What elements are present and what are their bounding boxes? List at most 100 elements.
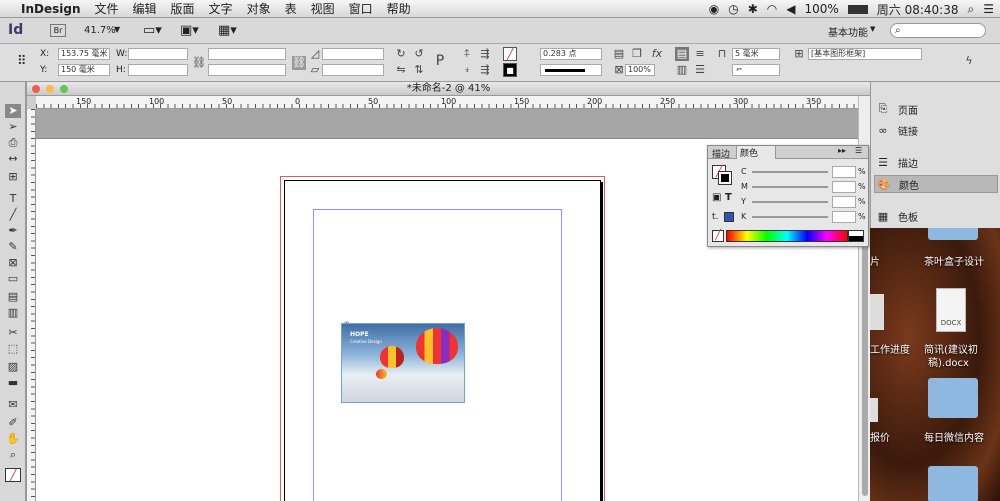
- height-field[interactable]: [128, 64, 188, 76]
- collapse-panel-icon[interactable]: ▸▸: [838, 146, 846, 155]
- note-tool-icon[interactable]: ✉: [5, 398, 21, 412]
- pencil-tool-icon[interactable]: ✎: [5, 240, 21, 254]
- workspace-switcher[interactable]: 基本功能: [828, 24, 868, 39]
- object-style-select[interactable]: [基本图形框架]: [808, 48, 922, 60]
- corner-options-select[interactable]: ⌐: [732, 64, 780, 76]
- reference-point-icon[interactable]: ⠿: [17, 54, 26, 69]
- gap-field[interactable]: 5 毫米: [732, 48, 780, 60]
- folder-icon[interactable]: [928, 228, 978, 240]
- page-tool-icon[interactable]: ⎙: [5, 136, 21, 150]
- zoom-tool-icon[interactable]: ⌕: [5, 448, 21, 462]
- constrain-scale-icon[interactable]: ⛓: [292, 56, 306, 70]
- desktop-label[interactable]: 茶叶盒子设计: [924, 253, 984, 268]
- chevron-down-icon[interactable]: ▼: [870, 25, 875, 33]
- partial-folder-icon[interactable]: [870, 398, 878, 422]
- align-left-icon[interactable]: ▤: [675, 47, 689, 61]
- formatting-text-icon[interactable]: T: [725, 192, 732, 203]
- align-center-icon[interactable]: ≡: [693, 47, 707, 61]
- fill-swatch-icon[interactable]: ╱: [503, 47, 517, 61]
- panel-stroke[interactable]: ☰ 描边: [874, 153, 998, 171]
- last-color-swatch[interactable]: [724, 212, 734, 222]
- menu-file[interactable]: 文件: [88, 0, 126, 17]
- bluetooth-icon[interactable]: ✱: [748, 2, 758, 16]
- qq-icon[interactable]: ◉: [709, 2, 719, 16]
- bridge-button[interactable]: Br: [50, 24, 66, 37]
- battery-icon[interactable]: [847, 4, 868, 14]
- menu-edit[interactable]: 编辑: [126, 0, 164, 17]
- menu-help[interactable]: 帮助: [380, 0, 418, 17]
- volume-icon[interactable]: ◀: [786, 2, 795, 16]
- minimize-button[interactable]: [46, 85, 54, 93]
- channel-slider[interactable]: [752, 186, 828, 188]
- hand-tool-icon[interactable]: ✋: [5, 432, 21, 446]
- panel-pages[interactable]: ⎘ 页面: [874, 100, 998, 118]
- chevron-down-icon[interactable]: ▼: [114, 25, 120, 34]
- channel-field[interactable]: [832, 196, 856, 208]
- eyedropper-tool-icon[interactable]: ✐: [5, 416, 21, 430]
- select-content-icon[interactable]: ⍖: [460, 63, 474, 77]
- flip-vertical-icon[interactable]: ⇅: [412, 63, 426, 77]
- gradient-feather-tool-icon[interactable]: ▬: [5, 376, 21, 390]
- docx-file-icon[interactable]: DOCX: [936, 288, 966, 332]
- folder-icon[interactable]: [928, 466, 978, 501]
- vertical-grid-tool-icon[interactable]: ▥: [5, 306, 21, 320]
- channel-slider[interactable]: [752, 201, 828, 203]
- vertical-ruler[interactable]: [27, 109, 36, 501]
- color-spectrum-ramp[interactable]: [726, 230, 848, 242]
- folder-icon[interactable]: [928, 378, 978, 418]
- desktop-label[interactable]: 每日微信内容: [924, 429, 984, 444]
- rotate-90-ccw-icon[interactable]: ↺: [412, 47, 426, 61]
- select-previous-object-icon[interactable]: ⇶: [478, 63, 492, 77]
- selection-tool-icon[interactable]: ➤: [5, 104, 21, 118]
- select-container-icon[interactable]: ⍏: [460, 47, 474, 61]
- distribute-spacing-icon[interactable]: ☰: [693, 63, 707, 77]
- app-menu[interactable]: InDesign: [14, 2, 88, 16]
- channel-field[interactable]: [832, 166, 856, 178]
- distribute-icon[interactable]: ▥: [675, 63, 689, 77]
- panel-menu-icon[interactable]: ☰: [855, 146, 862, 155]
- flip-horizontal-icon[interactable]: ⇋: [394, 63, 408, 77]
- panel-swatches[interactable]: ▦ 色板: [874, 207, 998, 225]
- menu-view[interactable]: 视图: [304, 0, 342, 17]
- scale-y-field[interactable]: [208, 64, 286, 76]
- constrain-proportions-icon[interactable]: ⛓: [192, 56, 206, 70]
- rectangle-frame-tool-icon[interactable]: ⊠: [5, 256, 21, 270]
- zoom-level[interactable]: 41.7%: [84, 25, 116, 36]
- horizontal-grid-tool-icon[interactable]: ▤: [5, 290, 21, 304]
- menu-layout[interactable]: 版面: [164, 0, 202, 17]
- horizontal-ruler[interactable]: 150 100 50 0 50 100 150 200 250 300 350: [36, 96, 858, 109]
- scale-x-field[interactable]: [208, 48, 286, 60]
- channel-field[interactable]: [832, 211, 856, 223]
- close-button[interactable]: [32, 85, 40, 93]
- panel-color[interactable]: 🎨 颜色: [874, 175, 998, 193]
- scissors-tool-icon[interactable]: ✂: [5, 326, 21, 340]
- partial-file-icon[interactable]: [870, 294, 884, 330]
- type-tool-icon[interactable]: T: [5, 192, 21, 206]
- panel-links[interactable]: ∞ 链接: [874, 121, 998, 139]
- formatting-container-icon[interactable]: ▣: [712, 192, 721, 203]
- notification-center-icon[interactable]: ☰: [983, 2, 994, 16]
- shear-field[interactable]: [322, 64, 384, 76]
- desktop-label[interactable]: 稿).docx: [928, 354, 969, 369]
- pen-tool-icon[interactable]: ✒: [5, 224, 21, 238]
- screen-mode-button[interactable]: ▣▾: [180, 23, 199, 38]
- gradient-swatch-tool-icon[interactable]: ▨: [5, 360, 21, 374]
- rectangle-tool-icon[interactable]: ▭: [5, 272, 21, 286]
- channel-slider[interactable]: [752, 216, 828, 218]
- channel-slider[interactable]: [752, 171, 828, 173]
- desktop-label[interactable]: 片: [870, 253, 880, 268]
- menu-window[interactable]: 窗口: [342, 0, 380, 17]
- menu-table[interactable]: 表: [278, 0, 304, 17]
- clock[interactable]: 周六 08:40:38: [877, 1, 959, 18]
- opacity-field[interactable]: 100%: [625, 64, 655, 76]
- lightning-icon[interactable]: ϟ: [962, 54, 976, 68]
- direct-selection-tool-icon[interactable]: ➢: [5, 120, 21, 134]
- drop-shadow-icon[interactable]: ❐: [630, 47, 644, 61]
- arrange-documents-button[interactable]: ▦▾: [218, 23, 237, 38]
- time-machine-icon[interactable]: ◷: [728, 2, 738, 16]
- fill-stroke-swatch-icon[interactable]: ╱: [5, 468, 21, 482]
- desktop-label[interactable]: 报价: [870, 429, 890, 444]
- wrap-text-icon[interactable]: ▤: [612, 47, 626, 61]
- battery-percent[interactable]: 100%: [804, 2, 838, 16]
- rotate-90-cw-icon[interactable]: ↻: [394, 47, 408, 61]
